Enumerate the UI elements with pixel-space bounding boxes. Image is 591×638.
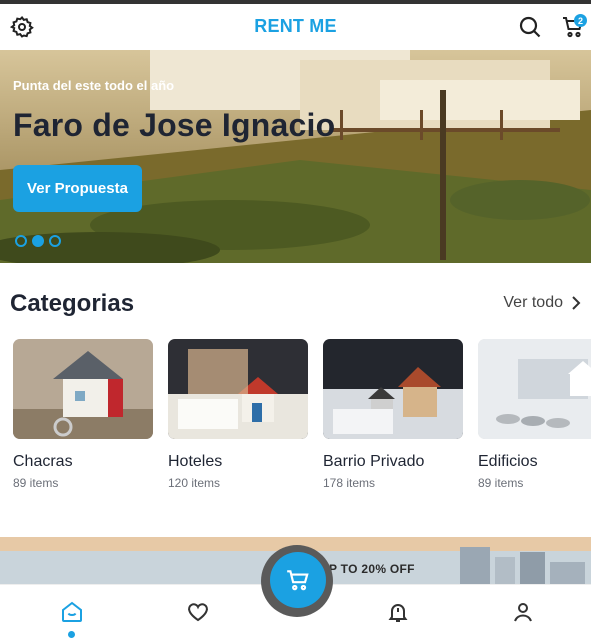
carousel-indicator <box>15 235 61 247</box>
nav-notifications[interactable] <box>383 597 413 627</box>
section-title: Categorias <box>10 290 135 317</box>
category-card-edificios[interactable]: Edificios 89 items <box>478 339 591 490</box>
nav-favorites[interactable] <box>183 597 213 627</box>
user-icon <box>514 603 532 622</box>
category-image <box>13 339 153 439</box>
categories-header: Categorias Ver todo <box>10 288 581 320</box>
search-button[interactable] <box>516 13 544 41</box>
category-card-barrio-privado[interactable]: Barrio Privado 178 items <box>323 339 463 490</box>
category-count: 120 items <box>168 476 221 490</box>
category-image <box>478 339 591 439</box>
promo-text: UP TO 20% OFF <box>320 562 415 576</box>
carousel-dot[interactable] <box>49 235 61 247</box>
category-count: 89 items <box>478 476 524 490</box>
category-name: Chacras <box>13 453 73 470</box>
category-image <box>168 339 308 439</box>
app-brand-title: RENT ME <box>254 16 337 36</box>
app-header: RENT ME 2 <box>0 4 591 50</box>
category-image <box>323 339 463 439</box>
carousel-dot-active[interactable] <box>32 235 44 247</box>
nav-home[interactable] <box>57 597 87 627</box>
chevron-right-icon <box>572 296 581 310</box>
hero-banner[interactable]: Punta del este todo el año Faro de Jose … <box>0 50 591 263</box>
see-all-label: Ver todo <box>503 294 563 311</box>
active-nav-indicator <box>68 631 75 638</box>
cart-icon <box>287 570 309 591</box>
category-count: 178 items <box>323 476 376 490</box>
cart-fab-button[interactable] <box>270 552 326 608</box>
search-icon <box>519 16 541 38</box>
category-name: Edificios <box>478 453 538 470</box>
hero-kicker: Punta del este todo el año <box>13 78 175 93</box>
hero-title: Faro de Jose Ignacio <box>13 107 336 143</box>
see-all-link[interactable]: Ver todo <box>503 294 581 312</box>
category-count: 89 items <box>13 476 59 490</box>
category-card-chacras[interactable]: Chacras 89 items <box>13 339 153 490</box>
category-card-hoteles[interactable]: Hoteles 120 items <box>168 339 308 490</box>
category-name: Barrio Privado <box>323 453 425 470</box>
home-icon <box>62 601 82 622</box>
cart-count-badge: 2 <box>574 14 587 27</box>
nav-profile[interactable] <box>508 597 538 627</box>
category-name: Hoteles <box>168 453 223 470</box>
category-carousel[interactable]: Chacras 89 items Hoteles 120 items Barri… <box>13 339 591 499</box>
ver-propuesta-button[interactable]: Ver Propuesta <box>13 165 142 212</box>
heart-icon <box>188 603 208 622</box>
bell-icon <box>388 604 408 622</box>
carousel-dot[interactable] <box>15 235 27 247</box>
